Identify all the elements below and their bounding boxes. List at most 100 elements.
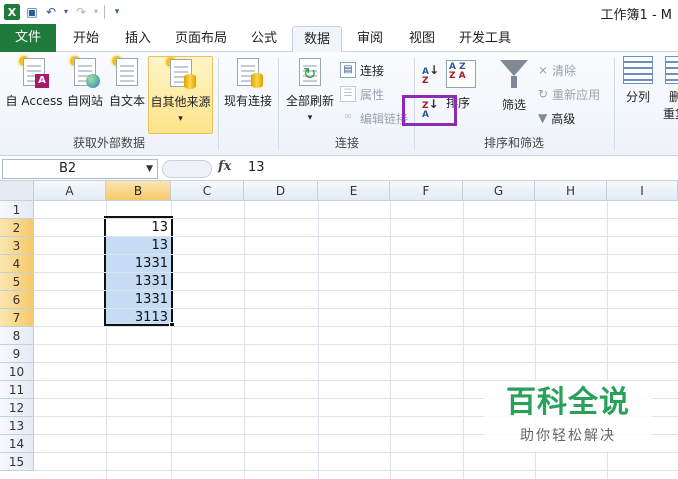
- row-header-11[interactable]: 11: [0, 381, 34, 399]
- column-header-h[interactable]: H: [535, 181, 607, 201]
- chevron-down-icon: ▾: [307, 113, 313, 123]
- from-other-sources-button[interactable]: 自其他来源 ▾: [148, 56, 213, 134]
- title-bar: X ▣ ↶ ▾ ↷ ▾ ▾ 工作簿1 - M: [0, 0, 678, 24]
- tab-developer[interactable]: 开发工具: [452, 26, 518, 51]
- watermark-title: 百科全说: [506, 385, 630, 420]
- column-header-a[interactable]: A: [34, 181, 106, 201]
- existing-connections-label: 现有连接: [223, 94, 272, 108]
- from-web-button[interactable]: 自网站: [64, 56, 106, 109]
- text-to-columns-label: 分列: [625, 90, 650, 104]
- grid-line: [34, 254, 678, 255]
- refresh-all-button[interactable]: ↻ 全部刷新 ▾: [284, 56, 336, 123]
- row-header-1[interactable]: 1: [0, 201, 34, 219]
- column-header-b[interactable]: B: [106, 181, 171, 201]
- row-header-3[interactable]: 3: [0, 237, 34, 255]
- remove-duplicates-label-2: 重复: [662, 107, 678, 121]
- tab-formulas[interactable]: 公式: [242, 26, 286, 51]
- tab-file[interactable]: 文件: [0, 24, 56, 52]
- row-header-6[interactable]: 6: [0, 291, 34, 309]
- formula-input[interactable]: 13: [248, 160, 265, 175]
- sort-ascending-button[interactable]: A↓ Z: [422, 63, 440, 86]
- row-header-14[interactable]: 14: [0, 435, 34, 453]
- quick-access-toolbar: X ▣ ↶ ▾ ↷ ▾ ▾: [0, 4, 124, 20]
- row-header-4[interactable]: 4: [0, 255, 34, 273]
- formula-bar-divider[interactable]: [162, 160, 212, 178]
- advanced-filter-button[interactable]: ▼ 高级: [538, 108, 575, 128]
- properties-button[interactable]: ☰ 属性: [340, 84, 384, 104]
- ribbon-tabs: 文件 开始 插入 页面布局 公式 数据 审阅 视图 开发工具: [0, 24, 678, 53]
- row-header-9[interactable]: 9: [0, 345, 34, 363]
- row-header-12[interactable]: 12: [0, 399, 34, 417]
- selection-border: [104, 216, 173, 326]
- properties-label: 属性: [360, 87, 385, 102]
- row-header-13[interactable]: 13: [0, 417, 34, 435]
- row-header-5[interactable]: 5: [0, 273, 34, 291]
- from-text-label: 自文本: [108, 94, 145, 108]
- column-header-e[interactable]: E: [318, 181, 390, 201]
- column-header-g[interactable]: G: [463, 181, 535, 201]
- insert-function-icon[interactable]: fx: [218, 159, 231, 174]
- row-header-8[interactable]: 8: [0, 327, 34, 345]
- row-header-2[interactable]: 2: [0, 219, 34, 237]
- connections-button[interactable]: ▤ 连接: [340, 60, 384, 80]
- other-sources-icon: [165, 57, 196, 89]
- column-header-c[interactable]: C: [171, 181, 244, 201]
- tab-page-layout[interactable]: 页面布局: [168, 26, 234, 51]
- watermark-subtitle: 助你轻松解决: [520, 428, 616, 444]
- group-label-sort-filter: 排序和筛选: [483, 136, 544, 150]
- reapply-icon: ↻: [538, 87, 549, 101]
- save-icon[interactable]: ▣: [25, 5, 39, 19]
- from-access-button[interactable]: A 自 Access: [4, 56, 64, 109]
- clear-button[interactable]: ⨯ 清除: [538, 60, 576, 80]
- grid-line: [34, 344, 678, 345]
- text-to-columns-button[interactable]: 分列: [620, 56, 656, 105]
- filter-label: 筛选: [501, 98, 526, 112]
- formula-bar: B2 ▼ fx 13: [0, 157, 678, 181]
- remove-duplicates-button[interactable]: 删 重复: [660, 56, 678, 122]
- grid-line: [34, 326, 678, 327]
- advanced-label: 高级: [551, 111, 576, 126]
- reapply-button[interactable]: ↻ 重新应用: [538, 84, 600, 104]
- tab-insert[interactable]: 插入: [116, 26, 160, 51]
- grid-line: [34, 218, 678, 219]
- connections-label: 连接: [360, 63, 385, 78]
- highlight-box: [402, 95, 457, 126]
- column-header-d[interactable]: D: [244, 181, 318, 201]
- tab-home[interactable]: 开始: [64, 26, 108, 51]
- undo-icon[interactable]: ↶: [44, 5, 58, 19]
- undo-dropdown-icon[interactable]: ▾: [63, 5, 69, 19]
- redo-icon[interactable]: ↷: [74, 5, 88, 19]
- tab-view[interactable]: 视图: [400, 26, 444, 51]
- from-text-button[interactable]: 自文本: [106, 56, 148, 109]
- existing-connections-button[interactable]: 现有连接: [222, 56, 274, 109]
- edit-links-button[interactable]: ∞ 编辑链接: [340, 108, 408, 128]
- sort-az-icon: A↓ Z: [422, 63, 440, 86]
- fill-handle[interactable]: [169, 322, 175, 328]
- redo-dropdown-icon[interactable]: ▾: [93, 5, 99, 19]
- access-icon: A: [19, 56, 49, 88]
- remove-duplicates-label: 删: [668, 90, 678, 104]
- grid-line: [34, 470, 678, 471]
- customize-toolbar-icon[interactable]: ▾: [110, 5, 124, 19]
- tab-review[interactable]: 审阅: [348, 26, 392, 51]
- grid-line: [34, 272, 678, 273]
- row-header-15[interactable]: 15: [0, 453, 34, 471]
- clear-label: 清除: [552, 63, 577, 78]
- group-separator: [614, 58, 615, 150]
- name-box[interactable]: B2 ▼: [2, 159, 158, 179]
- group-label-get-external: 获取外部数据: [72, 136, 145, 150]
- select-all-corner[interactable]: [0, 181, 34, 201]
- chevron-down-icon[interactable]: ▼: [146, 160, 153, 178]
- column-header-f[interactable]: F: [390, 181, 463, 201]
- grid-line: [34, 452, 678, 453]
- from-other-sources-label: 自其他来源: [150, 95, 211, 109]
- column-header-i[interactable]: I: [607, 181, 678, 201]
- link-icon: ∞: [343, 111, 353, 122]
- row-header-10[interactable]: 10: [0, 363, 34, 381]
- filter-button[interactable]: 筛选: [494, 56, 534, 113]
- group-separator: [278, 58, 279, 150]
- from-access-label: 自 Access: [5, 94, 63, 108]
- tab-data[interactable]: 数据: [292, 26, 342, 53]
- row-header-7[interactable]: 7: [0, 309, 34, 327]
- from-web-label: 自网站: [66, 94, 103, 108]
